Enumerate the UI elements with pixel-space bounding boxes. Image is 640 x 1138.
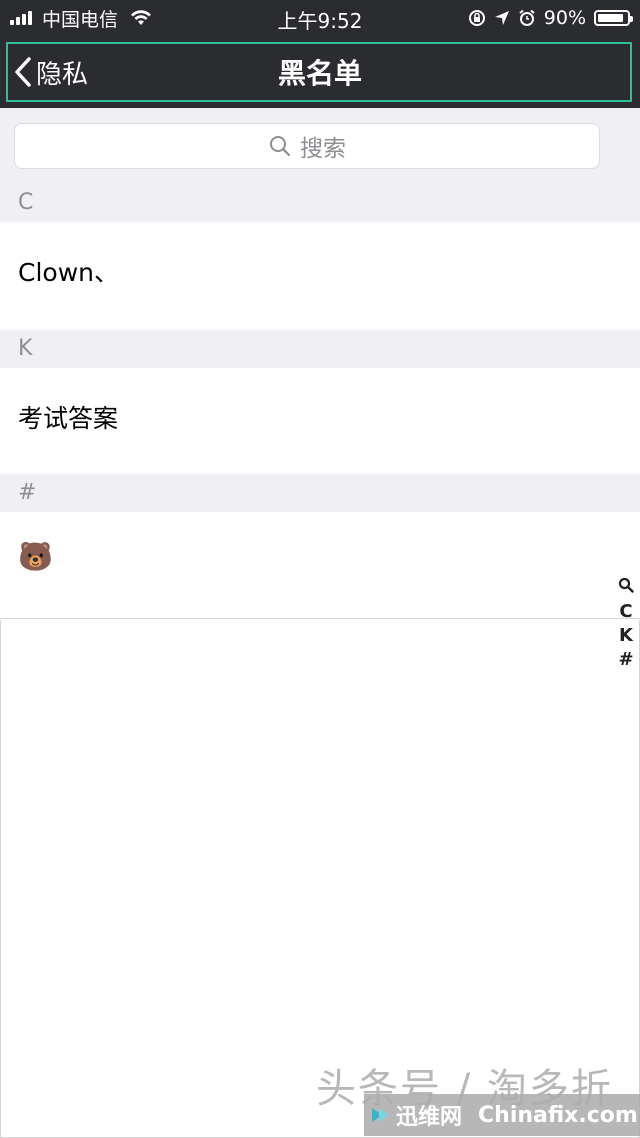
watermark-brand-en: Chinafix.com — [478, 1102, 638, 1128]
watermark-brand-cn: 迅维网 — [396, 1105, 463, 1130]
index-search-icon[interactable] — [618, 576, 634, 600]
section-header-label: K — [18, 336, 33, 361]
watermark-banner: 迅维网 Chinafix.com — [364, 1094, 640, 1136]
page-title: 黑名单 — [277, 57, 362, 90]
battery-icon — [594, 10, 633, 26]
list-item[interactable]: Clown、 — [0, 222, 640, 330]
section-header-c: C — [0, 184, 640, 222]
contact-name: 考试答案 — [18, 404, 119, 433]
search-placeholder: 搜索 — [300, 136, 346, 162]
search-icon — [270, 136, 291, 157]
section-header-k: K — [0, 330, 640, 368]
location-arrow-icon — [494, 11, 509, 25]
section-header-hash: # — [0, 474, 640, 512]
status-right-group: 90% — [468, 5, 633, 31]
navigation-bar: 隐私 黑名单 — [0, 36, 640, 108]
search-input[interactable]: 搜索 — [14, 123, 600, 169]
status-bar: 中国电信 上午9:52 90% — [0, 0, 640, 36]
list-item[interactable]: 🐻 — [0, 512, 640, 620]
search-icon — [618, 577, 634, 593]
contact-name: Clown、 — [18, 258, 119, 287]
section-header-label: C — [18, 190, 34, 215]
section-header-label: # — [18, 480, 37, 505]
battery-fill — [598, 14, 623, 22]
search-area: 搜索 — [0, 108, 640, 184]
chinafix-logo-icon — [372, 1108, 389, 1122]
list-item[interactable]: 考试答案 — [0, 368, 640, 476]
battery-percent: 90% — [543, 7, 586, 29]
index-letter[interactable]: # — [618, 648, 633, 672]
battery-nub — [630, 16, 633, 22]
list-bottom-divider — [0, 618, 640, 619]
orientation-lock-icon — [468, 10, 485, 26]
index-letter[interactable]: K — [619, 624, 633, 648]
section-index-bar[interactable]: C K # — [618, 576, 634, 672]
alarm-icon — [519, 9, 535, 26]
contact-name: 🐻 — [18, 540, 53, 573]
index-letter[interactable]: C — [619, 600, 632, 624]
